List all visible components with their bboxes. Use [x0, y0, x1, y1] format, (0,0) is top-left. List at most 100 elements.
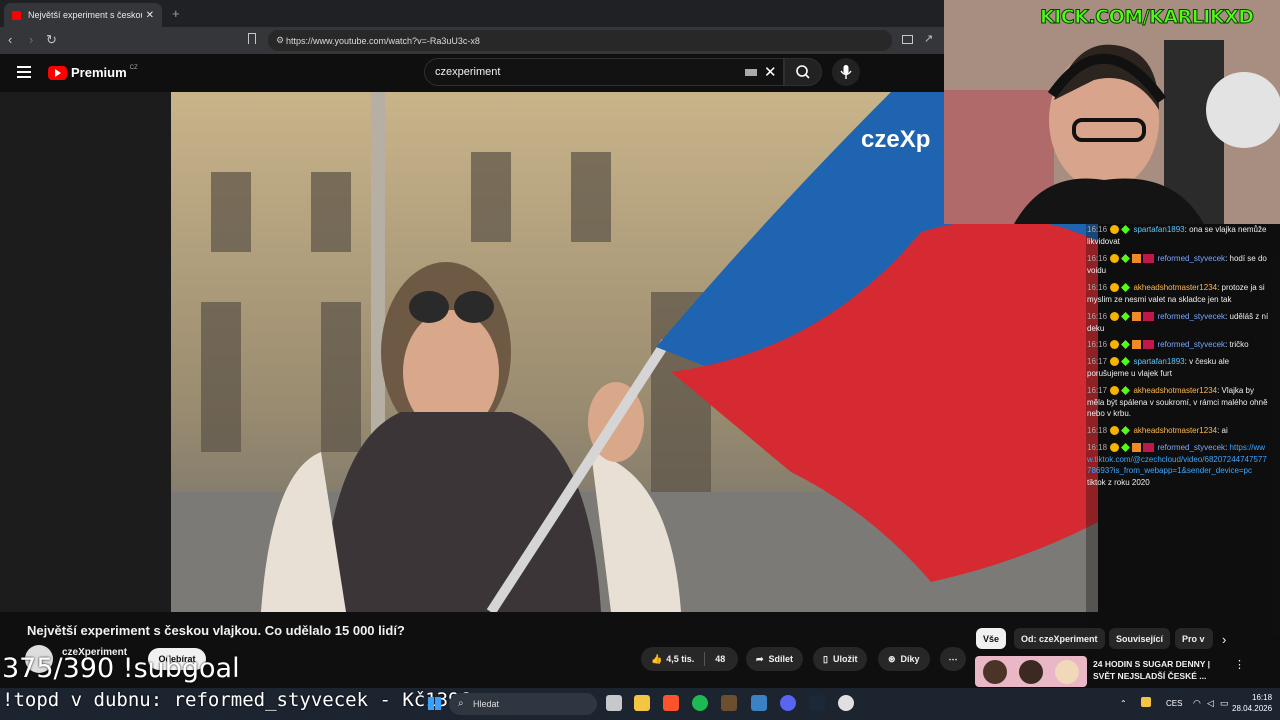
new-tab-icon[interactable]: + — [172, 6, 180, 21]
chat-text: tiktok z roku 2020 — [1087, 477, 1150, 487]
chat-username[interactable]: spartafan1893 — [1131, 225, 1184, 234]
clock-time: 16:18 — [1252, 693, 1273, 702]
menu-icon[interactable] — [17, 66, 31, 78]
forward-icon[interactable]: › — [29, 32, 33, 47]
topdonor-overlay: !topd v dubnu: reformed_styvecek - Kč139… — [2, 689, 471, 711]
chat-text: : ai — [1217, 426, 1228, 435]
share-label: Sdílet — [768, 654, 794, 664]
like-count[interactable]: 4,5 tis. — [666, 654, 694, 664]
thanks-button[interactable]: ⊛ Díky — [878, 647, 930, 671]
taskbar-clock[interactable]: 16:18 28.04.2026 — [1232, 692, 1272, 714]
chat-username[interactable]: akheadshotmaster1234 — [1131, 386, 1217, 395]
logo-text: Premium — [71, 65, 127, 80]
chat-username[interactable]: reformed_styvecek — [1155, 254, 1225, 263]
chat-username[interactable]: reformed_styvecek — [1155, 312, 1225, 321]
video-ambient-left — [0, 92, 171, 612]
bookmark-icon[interactable] — [248, 33, 256, 44]
keyboard-icon[interactable] — [745, 69, 757, 76]
chat-message: 16:16 spartafan1893: ona se vlajka nemůž… — [1087, 224, 1271, 247]
browser-icon[interactable] — [751, 695, 767, 711]
file-explorer-icon[interactable] — [634, 695, 650, 711]
save-button[interactable]: ▯ Uložit — [813, 647, 868, 671]
chat-message: 16:16 reformed_styvecek: tričko — [1087, 339, 1271, 351]
webcam-frame — [944, 0, 1280, 224]
chip-related[interactable]: Související — [1109, 628, 1171, 649]
steam-icon[interactable] — [809, 695, 825, 711]
more-actions-button[interactable]: ⋯ — [940, 647, 966, 671]
chat-timestamp: 16:18 — [1087, 426, 1110, 435]
chat-timestamp: 16:16 — [1087, 225, 1110, 234]
wifi-icon[interactable]: ◠ — [1193, 698, 1201, 709]
site-info-icon[interactable]: ⚙ — [276, 35, 284, 46]
browser-tab[interactable]: Největší experiment s českou vlajk ✕ — [4, 3, 162, 27]
badge-icon — [1110, 225, 1120, 235]
diamond-badge-icon — [1121, 283, 1131, 293]
youtube-favicon-icon — [12, 10, 21, 20]
close-tab-icon[interactable]: ✕ — [146, 10, 154, 21]
search-button[interactable] — [784, 58, 822, 86]
like-icon[interactable]: 👍 — [651, 654, 662, 665]
chat-timestamp: 16:16 — [1087, 283, 1110, 292]
sub-badge-icon — [1143, 254, 1155, 264]
diamond-badge-icon — [1121, 254, 1131, 264]
recommended-menu-icon[interactable]: ⋮ — [1234, 658, 1245, 671]
badge-icon — [1110, 426, 1120, 436]
chat-username[interactable]: akheadshotmaster1234 — [1131, 426, 1217, 435]
chip-from-channel[interactable]: Od: czeXperiment — [1014, 628, 1105, 649]
chat-text: : tričko — [1225, 340, 1249, 349]
spotify-icon[interactable] — [692, 695, 708, 711]
voice-search-button[interactable] — [832, 58, 860, 86]
chip-for-you[interactable]: Pro v — [1175, 628, 1213, 649]
language-indicator[interactable]: CES — [1166, 699, 1182, 708]
diamond-badge-icon — [1121, 443, 1131, 453]
badge-icon — [1110, 254, 1120, 264]
chat-timestamp: 16:18 — [1087, 443, 1110, 452]
search-input[interactable]: czexperiment — [424, 58, 784, 86]
chat-username[interactable]: spartafan1893 — [1131, 357, 1184, 366]
obs-icon[interactable] — [838, 695, 854, 711]
url-text: https://www.youtube.com/watch?v=-Ra3uU3c… — [286, 35, 480, 46]
back-icon[interactable]: ‹ — [8, 32, 12, 47]
chat-username[interactable]: akheadshotmaster1234 — [1131, 283, 1217, 292]
divider — [704, 652, 706, 666]
search-placeholder: Hledat — [473, 699, 500, 709]
chat-username[interactable]: reformed_styvecek — [1155, 443, 1225, 452]
dislike-count[interactable]: 48 — [715, 654, 725, 664]
clear-search-icon[interactable]: ✕ — [764, 63, 777, 81]
recommended-title[interactable]: 24 HODIN S SUGAR DENNY | SVĚT NEJSLADŠÍ … — [1093, 658, 1223, 682]
brave-browser-icon[interactable] — [663, 695, 679, 711]
discord-icon[interactable] — [780, 695, 796, 711]
share-icon[interactable]: ↗ — [924, 32, 933, 45]
clock-date: 28.04.2026 — [1232, 704, 1273, 713]
share-arrow-icon: ➦ — [756, 653, 764, 664]
chat-username[interactable]: reformed_styvecek — [1155, 340, 1225, 349]
badge-icon — [1110, 312, 1120, 322]
chevron-right-icon[interactable]: › — [1222, 632, 1226, 647]
chip-all[interactable]: Vše — [976, 628, 1007, 649]
gift-badge-icon — [1132, 254, 1142, 264]
badge-icon — [1110, 340, 1120, 350]
diamond-badge-icon — [1121, 426, 1131, 436]
youtube-logo[interactable]: Premium CZ — [48, 65, 138, 80]
more-icon: ⋯ — [948, 653, 958, 664]
battery-icon[interactable]: ▭ — [1220, 698, 1229, 709]
recommended-thumbnail[interactable] — [975, 656, 1087, 687]
subgoal-overlay: 375/390 !subgoal — [2, 653, 240, 684]
sub-badge-icon — [1143, 340, 1155, 350]
diamond-badge-icon — [1121, 225, 1131, 235]
reload-icon[interactable]: ↻ — [46, 32, 57, 48]
sub-badge-icon — [1143, 312, 1155, 322]
microphone-icon — [840, 65, 852, 79]
tray-chevron-icon[interactable]: ⌃ — [1120, 699, 1127, 708]
task-view-icon[interactable] — [606, 695, 622, 711]
tray-app-icon[interactable] — [1141, 697, 1151, 707]
windows-start-icon[interactable] — [428, 697, 441, 710]
taskbar-search[interactable]: Hledat — [449, 693, 597, 715]
install-app-icon[interactable] — [902, 35, 913, 44]
volume-icon[interactable]: ◁ — [1207, 698, 1214, 709]
chat-timestamp: 16:16 — [1087, 254, 1110, 263]
app-icon[interactable] — [721, 695, 737, 711]
share-button[interactable]: ➦ Sdílet — [746, 647, 804, 671]
address-bar[interactable]: https://www.youtube.com/watch?v=-Ra3uU3c… — [268, 30, 892, 51]
like-dislike-group: 👍 4,5 tis. 48 — [641, 647, 738, 671]
